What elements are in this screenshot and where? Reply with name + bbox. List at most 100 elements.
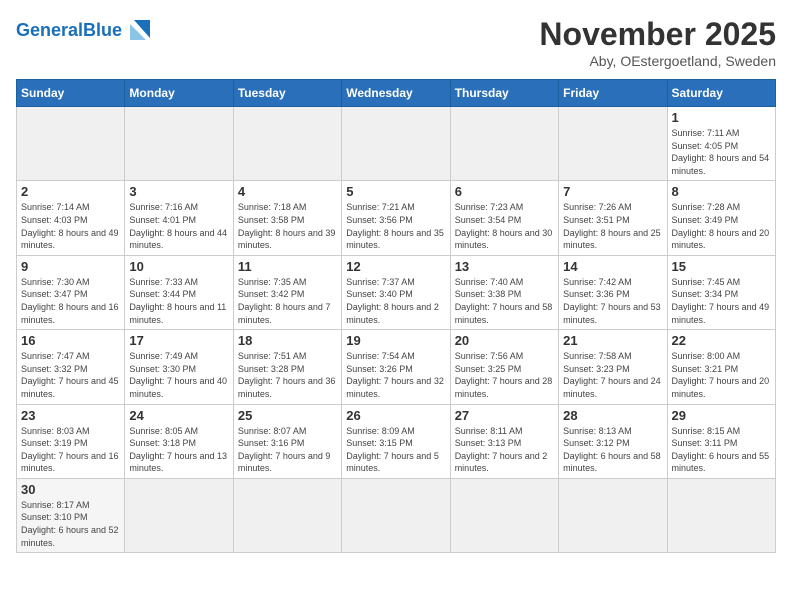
day-info: Sunrise: 7:40 AMSunset: 3:38 PMDaylight:… <box>455 276 554 326</box>
day-info: Sunrise: 7:54 AMSunset: 3:26 PMDaylight:… <box>346 350 445 400</box>
calendar-cell: 12Sunrise: 7:37 AMSunset: 3:40 PMDayligh… <box>342 255 450 329</box>
day-number: 8 <box>672 184 771 199</box>
calendar-cell: 18Sunrise: 7:51 AMSunset: 3:28 PMDayligh… <box>233 330 341 404</box>
day-info: Sunrise: 8:11 AMSunset: 3:13 PMDaylight:… <box>455 425 554 475</box>
calendar-cell <box>17 107 125 181</box>
week-row-2: 2 Sunrise: 7:14 AMSunset: 4:03 PMDaylight… <box>17 181 776 255</box>
calendar-cell: 2 Sunrise: 7:14 AMSunset: 4:03 PMDaylight… <box>17 181 125 255</box>
day-info: Sunrise: 7:14 AMSunset: 4:03 PMDaylight:… <box>21 201 120 251</box>
day-info: Sunrise: 7:42 AMSunset: 3:36 PMDaylight:… <box>563 276 662 326</box>
week-row-6: 30 Sunrise: 8:17 AMSunset: 3:10 PMDayligh… <box>17 478 776 552</box>
calendar-cell: 17Sunrise: 7:49 AMSunset: 3:30 PMDayligh… <box>125 330 233 404</box>
calendar-cell: 28 Sunrise: 8:13 AMSunset: 3:12 PMDayligh… <box>559 404 667 478</box>
calendar-cell: 11 Sunrise: 7:35 AMSunset: 3:42 PMDayligh… <box>233 255 341 329</box>
calendar-cell <box>667 478 775 552</box>
day-info: Sunrise: 8:00 AMSunset: 3:21 PMDaylight:… <box>672 350 771 400</box>
day-info: Sunrise: 8:13 AMSunset: 3:12 PMDaylight:… <box>563 425 662 475</box>
day-info: Sunrise: 8:15 AMSunset: 3:11 PMDaylight:… <box>672 425 771 475</box>
calendar-cell: 9 Sunrise: 7:30 AMSunset: 3:47 PMDaylight… <box>17 255 125 329</box>
weekday-header-sunday: Sunday <box>17 80 125 107</box>
week-row-3: 9 Sunrise: 7:30 AMSunset: 3:47 PMDaylight… <box>17 255 776 329</box>
day-number: 22 <box>672 333 771 348</box>
day-number: 23 <box>21 408 120 423</box>
calendar-cell: 4Sunrise: 7:18 AMSunset: 3:58 PMDaylight… <box>233 181 341 255</box>
calendar-cell: 26Sunrise: 8:09 AMSunset: 3:15 PMDayligh… <box>342 404 450 478</box>
calendar-cell: 30 Sunrise: 8:17 AMSunset: 3:10 PMDayligh… <box>17 478 125 552</box>
day-info: Sunrise: 7:58 AMSunset: 3:23 PMDaylight:… <box>563 350 662 400</box>
day-info: Sunrise: 7:16 AMSunset: 4:01 PMDaylight:… <box>129 201 228 251</box>
day-number: 15 <box>672 259 771 274</box>
calendar-cell <box>559 107 667 181</box>
day-number: 19 <box>346 333 445 348</box>
day-info: Sunrise: 7:45 AMSunset: 3:34 PMDaylight:… <box>672 276 771 326</box>
day-number: 27 <box>455 408 554 423</box>
day-number: 30 <box>21 482 120 497</box>
day-number: 10 <box>129 259 228 274</box>
calendar-cell: 25Sunrise: 8:07 AMSunset: 3:16 PMDayligh… <box>233 404 341 478</box>
header: GeneralBlue November 2025 Aby, OEstergoe… <box>16 16 776 69</box>
calendar-cell: 29 Sunrise: 8:15 AMSunset: 3:11 PMDayligh… <box>667 404 775 478</box>
day-number: 28 <box>563 408 662 423</box>
calendar-cell: 19 Sunrise: 7:54 AMSunset: 3:26 PMDayligh… <box>342 330 450 404</box>
calendar-cell: 14 Sunrise: 7:42 AMSunset: 3:36 PMDayligh… <box>559 255 667 329</box>
weekday-header-wednesday: Wednesday <box>342 80 450 107</box>
logo-icon <box>126 16 154 44</box>
calendar-cell: 8Sunrise: 7:28 AMSunset: 3:49 PMDaylight… <box>667 181 775 255</box>
day-number: 5 <box>346 184 445 199</box>
calendar-cell: 21 Sunrise: 7:58 AMSunset: 3:23 PMDayligh… <box>559 330 667 404</box>
calendar-cell <box>450 478 558 552</box>
weekday-header-monday: Monday <box>125 80 233 107</box>
day-number: 17 <box>129 333 228 348</box>
calendar-cell: 6 Sunrise: 7:23 AMSunset: 3:54 PMDaylight… <box>450 181 558 255</box>
day-number: 7 <box>563 184 662 199</box>
calendar-cell <box>342 107 450 181</box>
week-row-5: 23 Sunrise: 8:03 AMSunset: 3:19 PMDayligh… <box>17 404 776 478</box>
day-info: Sunrise: 7:47 AMSunset: 3:32 PMDaylight:… <box>21 350 120 400</box>
calendar-cell: 7 Sunrise: 7:26 AMSunset: 3:51 PMDaylight… <box>559 181 667 255</box>
calendar-cell: 24Sunrise: 8:05 AMSunset: 3:18 PMDayligh… <box>125 404 233 478</box>
week-row-4: 16Sunrise: 7:47 AMSunset: 3:32 PMDayligh… <box>17 330 776 404</box>
day-info: Sunrise: 8:07 AMSunset: 3:16 PMDaylight:… <box>238 425 337 475</box>
day-info: Sunrise: 7:23 AMSunset: 3:54 PMDaylight:… <box>455 201 554 251</box>
calendar-cell <box>125 478 233 552</box>
calendar-cell <box>233 478 341 552</box>
day-info: Sunrise: 7:26 AMSunset: 3:51 PMDaylight:… <box>563 201 662 251</box>
calendar-cell <box>233 107 341 181</box>
weekday-header-friday: Friday <box>559 80 667 107</box>
calendar-cell <box>342 478 450 552</box>
day-info: Sunrise: 7:35 AMSunset: 3:42 PMDaylight:… <box>238 276 337 326</box>
day-info: Sunrise: 8:03 AMSunset: 3:19 PMDaylight:… <box>21 425 120 475</box>
logo: GeneralBlue <box>16 16 154 44</box>
calendar-cell: 27 Sunrise: 8:11 AMSunset: 3:13 PMDayligh… <box>450 404 558 478</box>
day-number: 11 <box>238 259 337 274</box>
day-number: 13 <box>455 259 554 274</box>
calendar-cell: 20Sunrise: 7:56 AMSunset: 3:25 PMDayligh… <box>450 330 558 404</box>
title-area: November 2025 Aby, OEstergoetland, Swede… <box>539 16 776 69</box>
day-number: 24 <box>129 408 228 423</box>
day-info: Sunrise: 7:33 AMSunset: 3:44 PMDaylight:… <box>129 276 228 326</box>
day-number: 20 <box>455 333 554 348</box>
calendar-cell <box>559 478 667 552</box>
calendar-cell: 13 Sunrise: 7:40 AMSunset: 3:38 PMDayligh… <box>450 255 558 329</box>
day-number: 14 <box>563 259 662 274</box>
weekday-header-tuesday: Tuesday <box>233 80 341 107</box>
calendar-cell: 16Sunrise: 7:47 AMSunset: 3:32 PMDayligh… <box>17 330 125 404</box>
day-number: 9 <box>21 259 120 274</box>
day-info: Sunrise: 7:18 AMSunset: 3:58 PMDaylight:… <box>238 201 337 251</box>
day-number: 29 <box>672 408 771 423</box>
weekday-header-thursday: Thursday <box>450 80 558 107</box>
day-number: 6 <box>455 184 554 199</box>
day-info: Sunrise: 7:11 AMSunset: 4:05 PMDaylight:… <box>672 127 771 177</box>
day-number: 2 <box>21 184 120 199</box>
day-number: 21 <box>563 333 662 348</box>
day-info: Sunrise: 7:30 AMSunset: 3:47 PMDaylight:… <box>21 276 120 326</box>
calendar-cell: 22 Sunrise: 8:00 AMSunset: 3:21 PMDayligh… <box>667 330 775 404</box>
day-info: Sunrise: 8:17 AMSunset: 3:10 PMDaylight:… <box>21 499 120 549</box>
calendar-table: SundayMondayTuesdayWednesdayThursdayFrid… <box>16 79 776 553</box>
calendar-cell: 1 Sunrise: 7:11 AMSunset: 4:05 PMDaylight… <box>667 107 775 181</box>
day-number: 1 <box>672 110 771 125</box>
calendar-cell: 23 Sunrise: 8:03 AMSunset: 3:19 PMDayligh… <box>17 404 125 478</box>
day-number: 18 <box>238 333 337 348</box>
week-row-1: 1 Sunrise: 7:11 AMSunset: 4:05 PMDaylight… <box>17 107 776 181</box>
day-info: Sunrise: 7:37 AMSunset: 3:40 PMDaylight:… <box>346 276 445 326</box>
